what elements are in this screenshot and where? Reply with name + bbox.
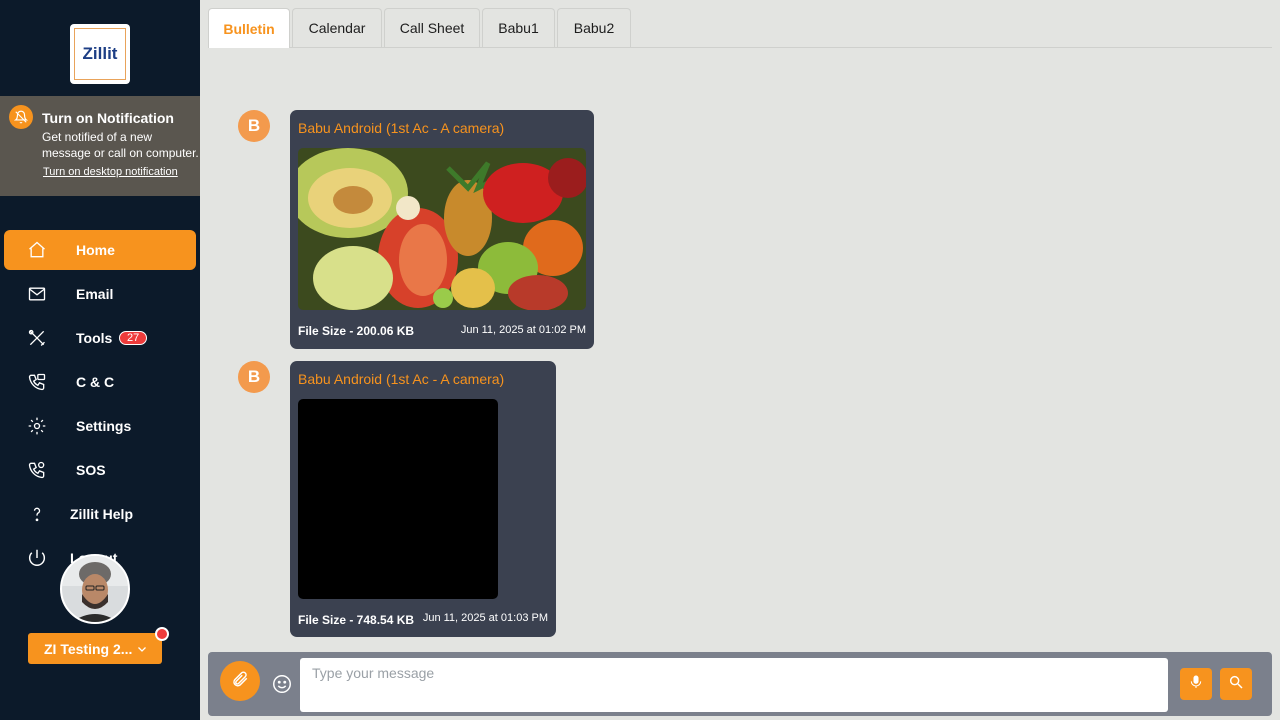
sender-name: Babu Android (1st Ac - A camera) bbox=[298, 120, 505, 136]
bell-off-icon bbox=[9, 105, 33, 129]
user-name: ZI Testing 2... bbox=[44, 640, 133, 657]
sidebar-item-label: Home bbox=[76, 242, 115, 258]
sidebar-item-label: SOS bbox=[76, 462, 106, 478]
gear-icon bbox=[26, 415, 48, 437]
logo-text: Zillit bbox=[74, 28, 126, 80]
shared-image[interactable] bbox=[298, 148, 586, 310]
sidebar-item-settings[interactable]: Settings bbox=[4, 406, 196, 446]
sos-phone-icon bbox=[26, 459, 48, 481]
sidebar-item-tools[interactable]: Tools 27 bbox=[4, 318, 196, 358]
status-dot bbox=[155, 627, 169, 641]
search-button[interactable] bbox=[1220, 668, 1252, 700]
sidebar-item-label: Tools bbox=[76, 330, 113, 346]
sidebar: Zillit Turn on Notification Get notified… bbox=[0, 0, 200, 720]
message-bubble: Babu Android (1st Ac - A camera) File Si… bbox=[290, 110, 594, 349]
microphone-icon bbox=[1188, 674, 1204, 695]
mail-icon bbox=[26, 283, 48, 305]
tab-babu1[interactable]: Babu1 bbox=[482, 8, 555, 47]
message-timestamp: Jun 11, 2025 at 01:02 PM bbox=[460, 324, 586, 336]
sender-name: Babu Android (1st Ac - A camera) bbox=[298, 371, 505, 387]
sidebar-item-home[interactable]: Home bbox=[4, 230, 196, 270]
user-avatar[interactable] bbox=[60, 554, 130, 624]
sender-avatar[interactable]: B bbox=[238, 110, 270, 142]
tools-icon bbox=[26, 327, 48, 349]
message-input[interactable] bbox=[300, 658, 1168, 712]
notification-title: Turn on Notification bbox=[42, 110, 174, 126]
chevron-down-icon bbox=[136, 642, 148, 658]
enable-desktop-notification-link[interactable]: Turn on desktop notification bbox=[43, 166, 178, 178]
attach-button[interactable] bbox=[220, 661, 260, 701]
user-menu-button[interactable]: ZI Testing 2... bbox=[28, 633, 162, 664]
tab-bulletin[interactable]: Bulletin bbox=[208, 8, 290, 48]
sidebar-item-label: C & C bbox=[76, 374, 115, 390]
message-composer bbox=[208, 652, 1272, 716]
tools-count-badge: 27 bbox=[119, 331, 148, 345]
search-icon bbox=[1228, 674, 1244, 695]
sidebar-item-label: Email bbox=[76, 286, 114, 302]
shared-video[interactable] bbox=[298, 399, 498, 599]
paperclip-icon bbox=[231, 670, 249, 693]
file-size: File Size - 200.06 KB bbox=[298, 324, 415, 338]
message-timestamp: Jun 11, 2025 at 01:03 PM bbox=[422, 612, 548, 624]
emoji-button[interactable] bbox=[271, 673, 293, 695]
sidebar-item-label: Zillit Help bbox=[70, 506, 133, 522]
smiley-icon bbox=[273, 675, 291, 693]
help-icon bbox=[26, 503, 48, 525]
phone-chat-icon bbox=[26, 371, 48, 393]
app-logo[interactable]: Zillit bbox=[70, 24, 130, 84]
sidebar-item-email[interactable]: Email bbox=[4, 274, 196, 314]
sidebar-item-sos[interactable]: SOS bbox=[4, 450, 196, 490]
file-size: File Size - 748.54 KB bbox=[298, 613, 415, 627]
notification-description: Get notified of a new message or call on… bbox=[42, 130, 199, 160]
tab-call-sheet[interactable]: Call Sheet bbox=[384, 8, 480, 47]
home-icon bbox=[26, 239, 48, 261]
tab-calendar[interactable]: Calendar bbox=[292, 8, 382, 47]
voice-record-button[interactable] bbox=[1180, 668, 1212, 700]
message-bubble: Babu Android (1st Ac - A camera) File Si… bbox=[290, 361, 556, 637]
sidebar-item-label: Settings bbox=[76, 418, 132, 434]
sender-avatar[interactable]: B bbox=[238, 361, 270, 393]
sidebar-item-c-and-c[interactable]: C & C bbox=[4, 362, 196, 402]
notification-banner: Turn on Notification Get notified of a n… bbox=[0, 96, 200, 196]
tab-bar: Bulletin Calendar Call Sheet Babu1 Babu2 bbox=[208, 8, 1272, 48]
power-icon bbox=[26, 547, 48, 569]
tab-babu2[interactable]: Babu2 bbox=[557, 8, 631, 47]
sidebar-item-zillit-help[interactable]: Zillit Help bbox=[4, 494, 196, 534]
